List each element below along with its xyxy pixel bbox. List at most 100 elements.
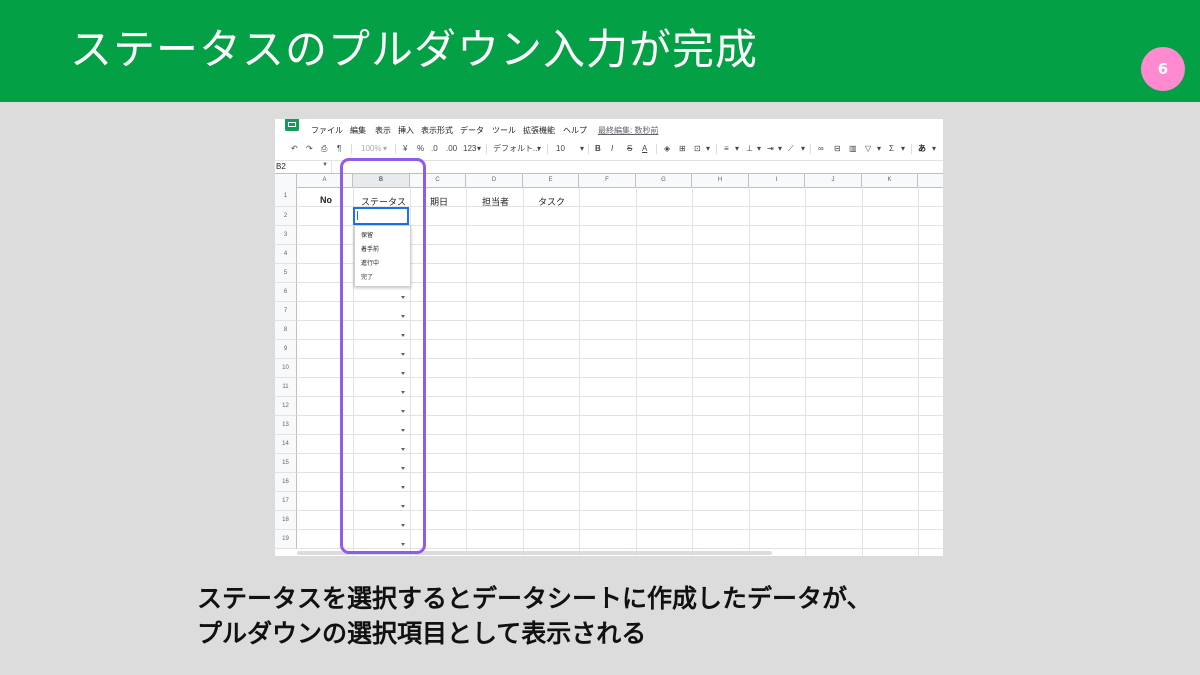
toolbar-divider (395, 144, 396, 154)
row-header[interactable]: 6 (275, 283, 297, 302)
column-highlight-frame (340, 158, 426, 554)
print-icon[interactable]: ⎙ (321, 143, 327, 155)
row-header[interactable]: 7 (275, 302, 297, 321)
paint-format-icon[interactable]: ¶ (337, 143, 341, 155)
font-size-select[interactable]: 10 (556, 143, 565, 155)
row-header[interactable]: 16 (275, 473, 297, 492)
column-header-k[interactable]: K (862, 174, 918, 187)
currency-button[interactable]: ¥ (403, 143, 407, 155)
row-header[interactable]: 12 (275, 397, 297, 416)
decrease-decimal-button[interactable]: .0 (431, 143, 438, 155)
chevron-down-icon: ▼ (322, 162, 328, 168)
chevron-down-icon: ▾ (757, 144, 762, 153)
toolbar-divider (656, 144, 657, 154)
menu-extensions[interactable]: 拡張機能 (523, 125, 555, 136)
input-tools-button[interactable]: あ (918, 143, 926, 155)
menu-format[interactable]: 表示形式 (421, 125, 453, 136)
comment-icon[interactable]: ⊟ (834, 143, 841, 155)
chevron-down-icon: ▾ (877, 144, 882, 153)
grid-line (523, 186, 524, 556)
cell-a1[interactable]: No (320, 195, 332, 205)
column-header-g[interactable]: G (636, 174, 692, 187)
grid-line (805, 186, 806, 556)
column-header-h[interactable]: H (692, 174, 749, 187)
chevron-down-icon: ▾ (778, 144, 783, 153)
chevron-down-icon: ▾ (706, 144, 711, 153)
text-rotate-icon[interactable]: ⟋ (788, 143, 794, 155)
menu-file[interactable]: ファイル (311, 125, 343, 136)
borders-icon[interactable]: ⊞ (679, 143, 686, 155)
grid-line (579, 186, 580, 556)
toolbar-divider (588, 144, 589, 154)
row-header[interactable]: 8 (275, 321, 297, 340)
text-wrap-icon[interactable]: ⇥ (767, 143, 774, 155)
cell-c1[interactable]: 期日 (430, 195, 448, 208)
row-header[interactable]: 4 (275, 245, 297, 264)
caption-line-2: プルダウンの選択項目として表示される (197, 619, 647, 648)
row-header[interactable]: 11 (275, 378, 297, 397)
bold-button[interactable]: B (595, 143, 601, 155)
chevron-down-icon: ▾ (735, 144, 740, 153)
menu-data[interactable]: データ (460, 125, 484, 136)
page-number-badge: 6 (1141, 47, 1185, 91)
filter-icon[interactable]: ▽ (865, 143, 871, 155)
chart-icon[interactable]: ▥ (849, 143, 857, 155)
slide-header: ステータスのプルダウン入力が完成 (0, 0, 1200, 102)
slide-caption: ステータスを選択するとデータシートに作成したデータが、 プルダウンの選択項目とし… (197, 581, 1177, 651)
row-header[interactable]: 13 (275, 416, 297, 435)
name-box[interactable]: B2 (276, 162, 286, 171)
menu-tools[interactable]: ツール (492, 125, 516, 136)
link-icon[interactable]: ∞ (818, 143, 824, 155)
grid-line (862, 186, 863, 556)
merge-cells-icon[interactable]: ⊡ (694, 143, 701, 155)
undo-icon[interactable]: ↶ (291, 143, 298, 155)
row-header[interactable]: 18 (275, 511, 297, 530)
row-header[interactable]: 3 (275, 226, 297, 245)
column-header-i[interactable]: I (749, 174, 805, 187)
menu-edit[interactable]: 編集 (350, 125, 366, 136)
menu-insert[interactable]: 挿入 (398, 125, 414, 136)
cell-d1[interactable]: 担当者 (482, 195, 509, 208)
row-header[interactable]: 9 (275, 340, 297, 359)
toolbar-divider (486, 144, 487, 154)
row-header[interactable]: 15 (275, 454, 297, 473)
italic-button[interactable]: I (611, 143, 613, 155)
toolbar-divider (547, 144, 548, 154)
grid-line (692, 186, 693, 556)
percent-button[interactable]: % (417, 143, 424, 155)
chevron-down-icon: ▾ (901, 144, 906, 153)
column-header-j[interactable]: J (805, 174, 862, 187)
fill-color-icon[interactable]: ◈ (664, 143, 670, 155)
row-header[interactable]: 2 (275, 207, 297, 226)
last-edit-link[interactable]: 最終編集: 数秒前 (598, 125, 658, 136)
toolbar-divider (351, 144, 352, 154)
redo-icon[interactable]: ↷ (306, 143, 313, 155)
menu-bar: ファイル 編集 表示 挿入 表示形式 データ ツール 拡張機能 ヘルプ 最終編集… (275, 119, 943, 139)
horizontal-align-icon[interactable]: ≡ (724, 143, 729, 155)
row-header[interactable]: 10 (275, 359, 297, 378)
menu-help[interactable]: ヘルプ (563, 125, 587, 136)
functions-icon[interactable]: Σ (889, 143, 894, 155)
grid-line (918, 186, 919, 556)
text-color-button[interactable]: A (642, 143, 647, 155)
cell-e1[interactable]: タスク (538, 195, 565, 208)
menu-view[interactable]: 表示 (375, 125, 391, 136)
row-header[interactable]: 19 (275, 530, 297, 549)
number-format-select[interactable]: 123 (463, 143, 476, 155)
row-header[interactable]: 1 (275, 186, 297, 207)
vertical-align-icon[interactable]: ⊥ (746, 143, 753, 155)
increase-decimal-button[interactable]: .00 (446, 143, 457, 155)
grid-line (636, 186, 637, 556)
formula-divider (331, 161, 332, 173)
column-header-d[interactable]: D (466, 174, 523, 187)
column-header-f[interactable]: F (579, 174, 636, 187)
chevron-down-icon: ▾ (932, 144, 937, 153)
row-header[interactable]: 14 (275, 435, 297, 454)
column-header-e[interactable]: E (523, 174, 579, 187)
google-sheets-icon[interactable] (285, 119, 299, 131)
strikethrough-button[interactable]: S (627, 143, 632, 155)
font-select[interactable]: デフォルト... (493, 143, 540, 155)
row-header[interactable]: 5 (275, 264, 297, 283)
zoom-select[interactable]: 100% (361, 143, 381, 155)
row-header[interactable]: 17 (275, 492, 297, 511)
